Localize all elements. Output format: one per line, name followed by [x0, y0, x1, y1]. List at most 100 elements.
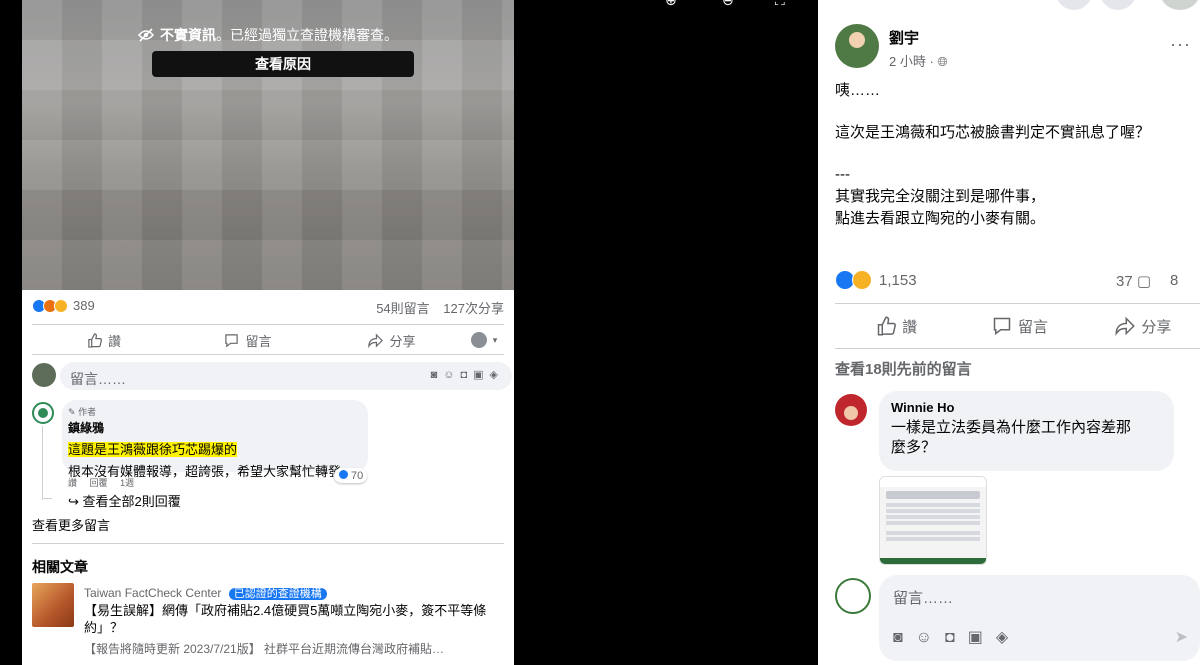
sticker-icon[interactable]: ◙ — [431, 369, 444, 381]
shares-count[interactable]: 127次分享 — [443, 301, 504, 316]
comment-like-link[interactable]: 讚 — [68, 478, 77, 488]
fact-check-post-panel: 不實資訊。已經過獨立查證機構審查。 查看原因 389 54則留言 127次分享 … — [22, 0, 514, 665]
comment-actions: 讚 回覆 1週 — [68, 476, 134, 489]
comment-bubble: Winnie Ho 一樣是立法委員為什麼工作內容差那 麼多？ — [879, 391, 1174, 471]
like-reaction-icon — [338, 469, 349, 480]
avatar-sticker-icon[interactable]: ◙ — [893, 629, 916, 646]
fullscreen-icon[interactable]: ⛶ — [775, 0, 785, 9]
avatar — [470, 332, 487, 348]
like-label: 讚 — [107, 333, 121, 349]
view-more-comments[interactable]: 查看更多留言 — [32, 515, 110, 534]
share-label: 分享 — [389, 333, 416, 349]
gif-icon[interactable]: ▣ — [473, 369, 489, 381]
chevron-down-icon: ▾ — [492, 334, 498, 345]
post-time[interactable]: 2 小時 — [889, 54, 926, 69]
verified-badge: 已認證的查證機構 — [228, 588, 327, 600]
comments-count[interactable]: 54則留言 — [376, 301, 429, 316]
share-count[interactable]: 8 — [1170, 272, 1178, 289]
commenter-avatar[interactable] — [835, 394, 867, 426]
share-icon — [1115, 316, 1136, 336]
viewer-avatar[interactable] — [835, 578, 871, 614]
account-avatar[interactable] — [1160, 0, 1200, 10]
eye-slash-icon — [137, 28, 155, 42]
post-line: --- — [835, 166, 850, 183]
camera-icon[interactable]: ◘ — [945, 629, 968, 646]
share-button[interactable]: 分享 — [320, 329, 464, 351]
share-label: 分享 — [1141, 318, 1172, 336]
view-previous-comments[interactable]: 查看18則先前的留言 — [835, 358, 972, 379]
viewer-avatar[interactable] — [32, 363, 56, 387]
view-replies[interactable]: ↪ 查看全部2則回覆 — [68, 491, 181, 510]
comment-reply-link[interactable]: 回覆 — [90, 478, 108, 488]
haha-reaction-icon — [852, 270, 872, 290]
emoji-icon[interactable]: ☺ — [443, 369, 460, 381]
article-headline[interactable]: 【易生誤解】網傳「政府補貼2.4億硬買5萬噸立陶宛小麥，簽不平等條約」？ — [84, 602, 504, 636]
divider — [32, 324, 504, 325]
comment-label: 留言 — [1017, 318, 1048, 336]
post-line: 其實我完全沒關注到是哪件事， — [835, 188, 1046, 205]
comment-tools: ◙☺◘▣◈ — [431, 368, 504, 381]
comment-placeholder: 留言…… — [893, 590, 954, 607]
see-reason-button[interactable]: 查看原因 — [152, 51, 414, 77]
comment-button[interactable]: 留言 — [958, 313, 1081, 339]
reaction-count: 1,153 — [879, 271, 917, 289]
article-source-row: Taiwan FactCheck Center 已認證的查證機構 — [84, 585, 327, 601]
like-button[interactable]: 讚 — [835, 313, 958, 339]
audience-selector[interactable]: ▾ — [464, 329, 504, 351]
article-source[interactable]: Taiwan FactCheck Center — [84, 586, 221, 600]
notifications-button[interactable] — [1100, 0, 1136, 10]
sticker-icon[interactable]: ◈ — [996, 629, 1021, 646]
comment-text: 一樣是立法委員為什麼工作內容差那 — [891, 419, 1132, 436]
comment-bubble: ✎ 作者 鎮綠鴉 這題是王鴻薇跟徐巧芯踢爆的 根本沒有媒體報導，超誇張，希望大家… — [62, 400, 368, 479]
messenger-button[interactable] — [1056, 0, 1092, 10]
blurred-post-image[interactable]: 不實資訊。已經過獨立查證機構審查。 查看原因 — [22, 0, 514, 290]
divider — [32, 543, 504, 544]
article-thumbnail[interactable] — [32, 583, 74, 627]
comment-button[interactable]: 留言 — [176, 329, 320, 351]
comment-icon: ▢ — [1136, 273, 1152, 290]
zoom-out-icon[interactable]: ⊖ — [722, 0, 734, 9]
false-info-notice: 不實資訊。已經過獨立查證機構審查。 — [22, 25, 514, 45]
comment-tools: ◙☺◘▣◈ — [893, 627, 1021, 647]
zoom-in-icon[interactable]: ⊕ — [665, 0, 677, 9]
highlighted-text: 這題是王鴻薇跟徐巧芯踢爆的 — [68, 442, 238, 457]
comment-input[interactable]: 留言…… ◙☺◘▣◈ — [60, 362, 512, 390]
comment-icon — [225, 333, 239, 347]
comment-input[interactable]: 留言…… ◙☺◘▣◈ ➤ — [879, 575, 1200, 661]
divider — [32, 354, 504, 355]
post-body: 咦…… 這次是王鴻薇和巧芯被臉書判定不實訊息了喔？ --- 其實我完全沒關注到是… — [835, 80, 1150, 230]
post-actions: 讚 留言 分享 ▾ — [32, 329, 504, 351]
post-detail-panel: 劉宇 2 小時 · 🌐︎ ··· 咦…… 這次是王鴻薇和巧芯被臉書判定不實訊息了… — [818, 0, 1200, 665]
post-stats: 389 54則留言 127次分享 — [32, 298, 504, 318]
emoji-icon[interactable]: ☺ — [916, 629, 945, 646]
reaction-summary[interactable]: 1,153 — [835, 270, 917, 290]
post-line: 這次是王鴻薇和巧芯被臉書判定不實訊息了喔？ — [835, 124, 1151, 141]
thread-line — [42, 426, 43, 500]
comment-count[interactable]: 37 ▢ — [1116, 272, 1151, 290]
thumbs-up-icon — [877, 316, 897, 336]
reaction-count: 389 — [73, 298, 95, 313]
comment-text: 麼多？ — [891, 439, 937, 456]
comment-time[interactable]: 1週 — [120, 478, 134, 488]
comment-author[interactable]: 鎮綠鴉 — [68, 419, 362, 436]
share-icon — [368, 332, 384, 348]
comment-author[interactable]: Winnie Ho — [891, 400, 1162, 415]
more-options-icon[interactable]: ··· — [1170, 34, 1191, 55]
author-avatar[interactable] — [835, 24, 879, 68]
post-author[interactable]: 劉宇 — [889, 27, 919, 48]
commenter-avatar[interactable] — [32, 402, 54, 424]
gif-icon[interactable]: ▣ — [968, 629, 996, 646]
camera-icon[interactable]: ◘ — [460, 369, 473, 381]
sticker-face-icon[interactable]: ◈ — [490, 369, 504, 381]
like-button[interactable]: 讚 — [32, 329, 176, 351]
post-line: 咦…… — [835, 82, 881, 99]
reply-arrow-icon: ↪ — [68, 494, 79, 509]
pencil-icon: ✎ — [68, 407, 76, 417]
comment-like-count[interactable]: 70 — [334, 468, 368, 483]
share-button[interactable]: 分享 — [1082, 313, 1200, 339]
comment-placeholder: 留言…… — [70, 371, 126, 387]
comment-screenshot-image[interactable] — [879, 476, 987, 565]
notice-text: 。已經過獨立查證機構審查。 — [216, 27, 398, 43]
send-icon[interactable]: ➤ — [1175, 627, 1188, 647]
related-articles-title: 相關文章 — [32, 559, 88, 575]
